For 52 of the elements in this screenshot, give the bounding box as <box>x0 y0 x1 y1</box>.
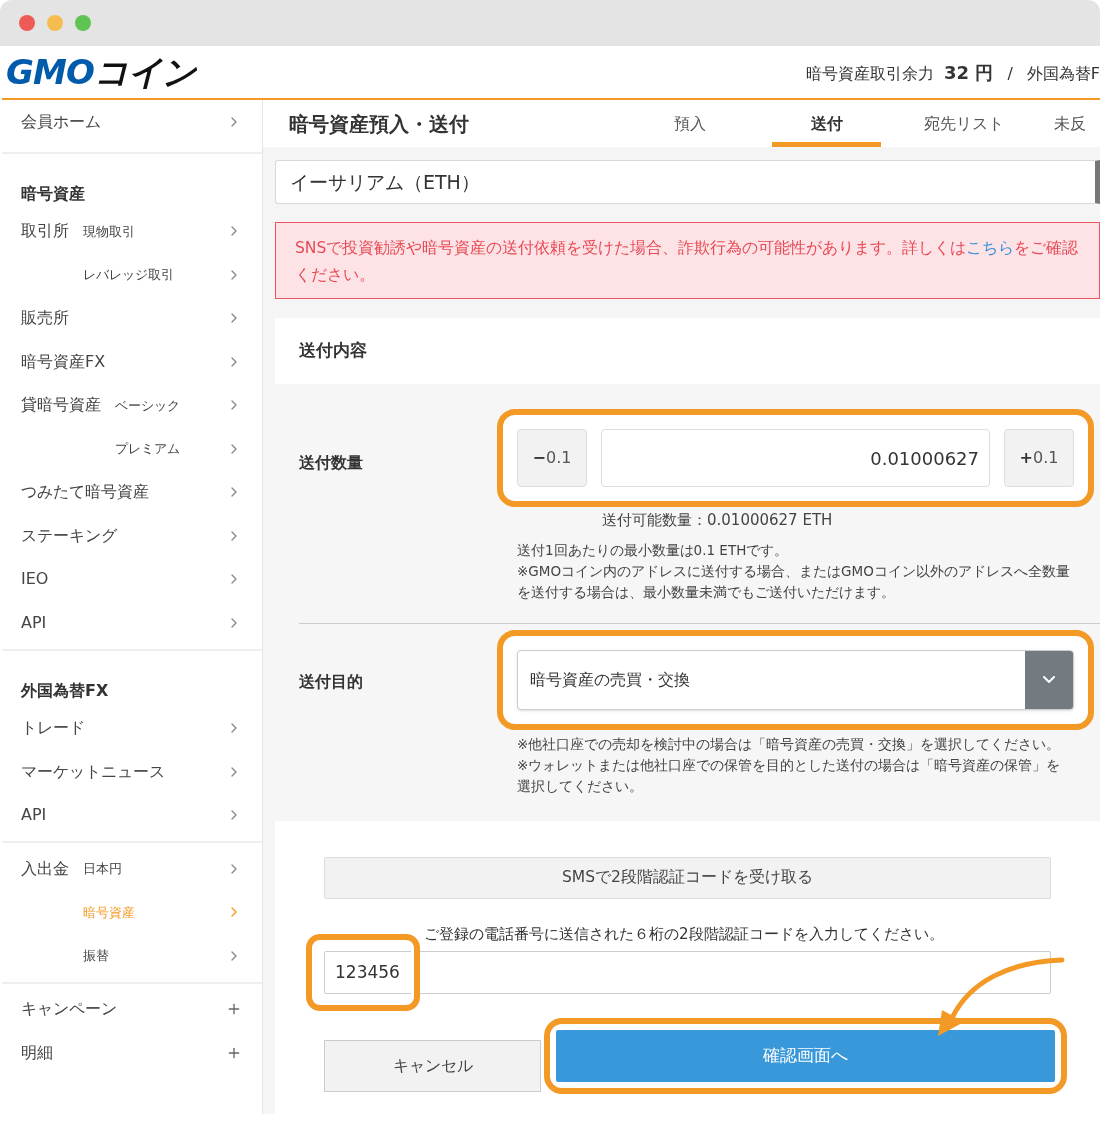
sidebar-item[interactable]: ベーシック <box>115 383 262 427</box>
sidebar-item[interactable]: 暗号資産FX <box>21 340 262 384</box>
sidebar-item[interactable]: ステーキング <box>21 514 262 558</box>
page-title: 暗号資産預入・送付 <box>289 110 470 138</box>
note-text: ※ウォレットまたは他社口座での保管を目的とした送付の場合は「暗号資産の保管」を選択してください。 <box>517 755 1062 796</box>
decrease-button[interactable]: −0.1 <box>517 429 587 487</box>
warning-alert: SNSで投資勧誘や暗号資産の送付依頼を受けた場合、詐欺行為の可能性があります。詳しくはこちら をご確認ください。 <box>275 222 1100 299</box>
purpose-select[interactable]: 暗号資産の売買・交換 <box>517 649 1074 710</box>
note-text: 送付1回あたりの最小数量は0.1 ETHです。 <box>517 540 790 560</box>
amount-field[interactable]: 0.01000627 <box>601 429 990 487</box>
tab[interactable]: 送付 <box>772 100 881 147</box>
sidebar-item[interactable]: API <box>21 601 262 645</box>
sidebar-group-label: 貸暗号資産 <box>21 394 101 417</box>
cancel-button[interactable]: キャンセル <box>324 1040 541 1092</box>
sidebar-item[interactable]: プレミアム <box>115 427 262 471</box>
balance-label: 外国為替F <box>1026 62 1100 85</box>
tab[interactable]: 宛先リスト <box>909 100 1018 147</box>
field-label: 送付数量 <box>299 452 364 474</box>
field-label: 送付目的 <box>299 670 364 693</box>
sidebar-item[interactable]: 会員ホーム <box>21 100 262 144</box>
sidebar-item[interactable]: レバレッジ取引 <box>83 253 262 297</box>
logo[interactable]: GMOコイン <box>6 55 197 89</box>
note-text: ※他社口座での売却を検討中の場合は「暗号資産の売買・交換」を選択してください。 <box>517 734 1062 754</box>
balance-value: 32 円 <box>944 60 994 85</box>
sidebar-heading: 暗号資産 <box>21 182 86 205</box>
sidebar-group-label: 入出金 <box>21 857 69 880</box>
separator-text: / <box>1006 62 1014 85</box>
note-text: ※GMOコイン内のアドレスに送付する場合、またはGMOコイン以外のアドレスへ全数量を送付する場合は、最小数量未満でもご送付いただけます。 <box>517 561 1070 602</box>
sidebar-item[interactable]: API <box>21 793 262 837</box>
sidebar-item[interactable]: キャンペーン <box>21 987 262 1031</box>
available-amount-text: 送付可能数量：0.01000627 ETH <box>601 510 834 531</box>
sidebar-item[interactable]: 明細 <box>21 1031 262 1075</box>
sidebar-item[interactable]: トレード <box>21 706 262 750</box>
sidebar-heading: 外国為替FX <box>21 679 110 702</box>
tab[interactable]: 未反 <box>1046 100 1090 147</box>
tab[interactable]: 預入 <box>635 100 744 147</box>
verification-code-field[interactable]: 123456 <box>324 951 1051 994</box>
sms-code-button[interactable]: SMSで2段階認証コードを受け取る <box>324 856 1051 899</box>
sidebar-group-label: 取引所 <box>21 220 69 243</box>
sidebar-item[interactable]: マーケットニュース <box>21 750 262 794</box>
instruction-text: ご登録の電話番号に送信された６桁の2段階認証コードを入力してください。 <box>423 923 945 945</box>
sidebar-item[interactable]: 現物取引 <box>83 209 262 253</box>
sidebar-item[interactable]: 販売所 <box>21 296 262 340</box>
sidebar-item[interactable]: 振替 <box>83 934 262 978</box>
balance-label: 暗号資産取引余力 <box>806 62 935 85</box>
chevron-down-icon <box>1043 676 1055 683</box>
increase-button[interactable]: +0.1 <box>1004 429 1074 487</box>
sidebar-item[interactable]: 日本円 <box>83 847 262 891</box>
section-title: 送付内容 <box>298 339 368 363</box>
sidebar-item[interactable]: つみたて暗号資産 <box>21 470 262 514</box>
sidebar-item[interactable]: IEO <box>21 557 262 601</box>
coin-select[interactable]: イーサリアム（ETH） <box>275 160 1100 204</box>
